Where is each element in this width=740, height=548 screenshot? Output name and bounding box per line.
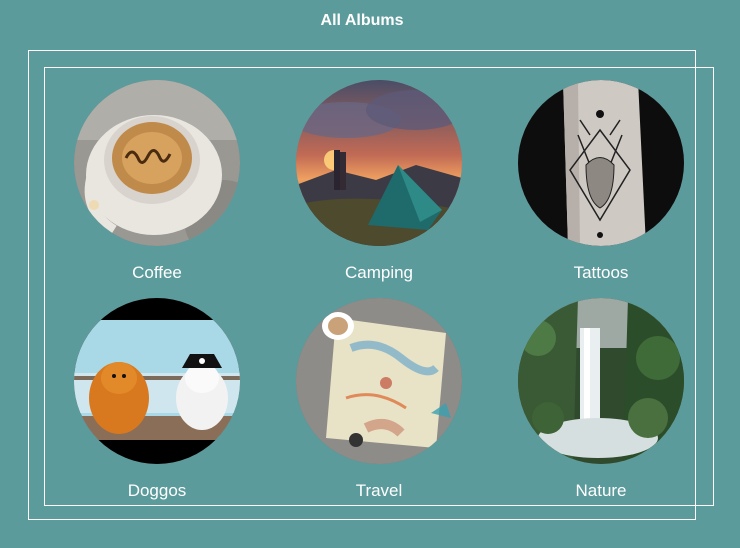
album-label-doggos[interactable]: Doggos: [74, 481, 240, 501]
album-label-coffee[interactable]: Coffee: [74, 263, 240, 283]
album-label-travel[interactable]: Travel: [296, 481, 462, 501]
album-thumbnail-tattoos[interactable]: [518, 80, 684, 246]
album-card-doggos[interactable]: Doggos: [74, 298, 240, 501]
travel-map-image: [296, 298, 462, 464]
album-card-travel[interactable]: Travel: [296, 298, 462, 501]
dogs-image: [74, 298, 240, 464]
page-title: All Albums: [320, 12, 404, 29]
album-thumbnail-doggos[interactable]: [74, 298, 240, 464]
album-card-camping[interactable]: Camping: [296, 80, 462, 283]
album-label-tattoos[interactable]: Tattoos: [518, 263, 684, 283]
waterfall-image: [518, 298, 684, 464]
camping-image: [296, 80, 462, 246]
album-thumbnail-camping[interactable]: [296, 80, 462, 246]
album-label-camping[interactable]: Camping: [296, 263, 462, 283]
album-label-nature[interactable]: Nature: [518, 481, 684, 501]
coffee-cup-image: [74, 80, 240, 246]
album-card-nature[interactable]: Nature: [518, 298, 684, 501]
album-thumbnail-coffee[interactable]: [74, 80, 240, 246]
album-thumbnail-travel[interactable]: [296, 298, 462, 464]
tattoo-image: [518, 80, 684, 246]
album-thumbnail-nature[interactable]: [518, 298, 684, 464]
album-card-coffee[interactable]: Coffee: [74, 80, 240, 283]
album-card-tattoos[interactable]: Tattoos: [518, 80, 684, 283]
